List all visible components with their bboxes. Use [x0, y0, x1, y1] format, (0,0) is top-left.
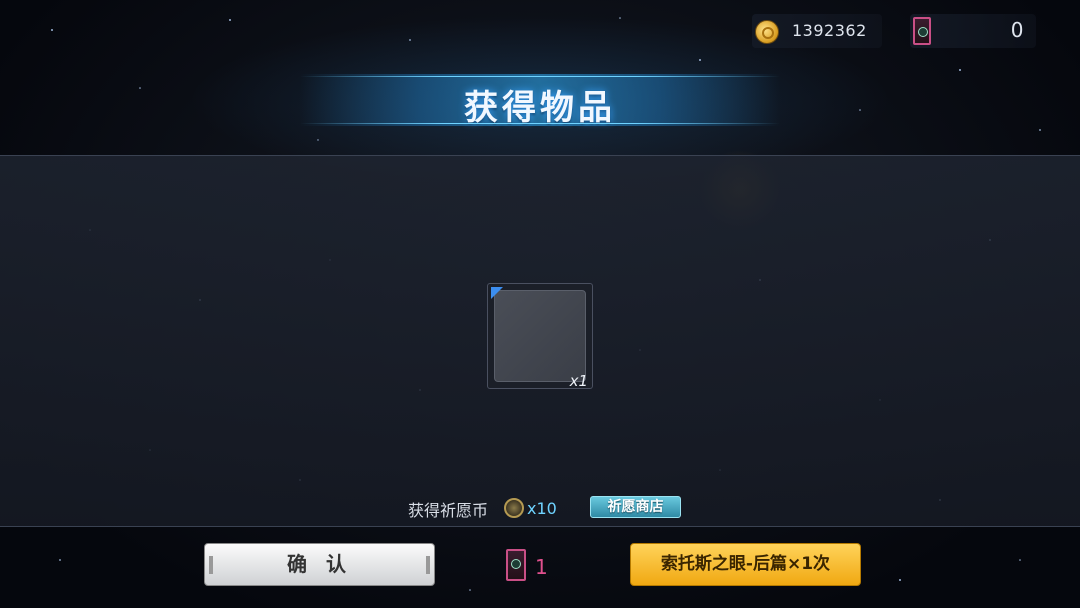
title-banner: 获得物品	[300, 74, 780, 128]
ticket-currency-display: 0	[910, 14, 1036, 48]
item-slot[interactable]: x1	[487, 283, 593, 390]
wish-ticket-icon	[506, 549, 526, 581]
gold-currency-display: 1392362	[752, 14, 882, 48]
item-quantity: x1	[569, 372, 588, 390]
reward-label: 获得祈愿币	[408, 501, 489, 520]
rarity-corner-marker	[491, 287, 503, 299]
draw-again-button[interactable]: 索托斯之眼-后篇×1次	[630, 543, 861, 586]
gold-amount: 1392362	[792, 21, 867, 40]
page-title: 获得物品	[464, 88, 616, 128]
wish-coin-quantity: x10	[527, 499, 557, 518]
wish-coin-icon	[504, 498, 524, 518]
wish-shop-button[interactable]: 祈愿商店	[590, 496, 681, 518]
confirm-button[interactable]: 确 认	[204, 543, 435, 586]
ticket-cost-count: 1	[535, 555, 548, 579]
wish-ticket-icon	[913, 17, 931, 45]
ticket-amount: 0	[1010, 18, 1024, 42]
item-card	[494, 290, 586, 382]
gold-coin-icon	[755, 20, 779, 44]
